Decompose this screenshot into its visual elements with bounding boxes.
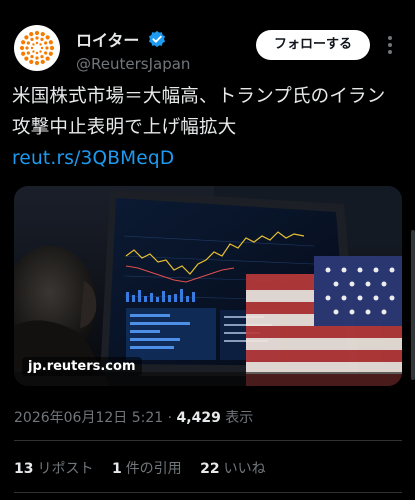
scrollbar[interactable]	[411, 230, 415, 380]
author-name-block: ロイター @ReutersJapan	[76, 27, 190, 73]
logo-dot	[32, 43, 35, 46]
logo-dot	[48, 40, 53, 45]
logo-dot	[24, 56, 29, 61]
logo-dot	[35, 41, 39, 45]
logo-dot	[35, 56, 39, 60]
logo-dot	[45, 56, 50, 61]
reposts-stat[interactable]: 13 リポスト	[14, 458, 93, 478]
logo-dot	[44, 51, 48, 55]
tweet-meta: 2026年06月12日 5:21 · 4,429 表示	[14, 407, 253, 427]
logo-dot	[30, 46, 34, 50]
logo-dot	[21, 40, 26, 45]
meta-separator: ·	[167, 410, 173, 426]
logo-dot	[40, 37, 44, 41]
display-name[interactable]: ロイター	[76, 27, 139, 51]
logo-dot	[25, 46, 29, 50]
logo-dot	[35, 36, 39, 40]
more-vertical-icon	[388, 36, 392, 54]
logo-dot	[45, 35, 50, 40]
logo-dot	[30, 37, 34, 41]
quotes-stat[interactable]: 1 件の引用	[112, 458, 182, 478]
logo-dot	[40, 55, 44, 59]
tweet-header: ロイター @ReutersJapan フォローする	[0, 0, 415, 80]
logo-dot	[30, 55, 34, 59]
tweet-link[interactable]: reut.rs/3QBMeqD	[12, 148, 174, 169]
divider-bottom	[14, 492, 402, 493]
logo-dot	[39, 43, 42, 46]
logo-dot	[29, 59, 34, 64]
logo-dot	[19, 45, 25, 51]
logo-dot	[48, 51, 53, 56]
logo-dot	[34, 60, 40, 66]
quotes-label: 件の引用	[125, 461, 182, 477]
post-time[interactable]: 5:21	[132, 410, 163, 426]
logo-dot	[21, 51, 26, 56]
logo-dot	[34, 30, 40, 36]
post-date[interactable]: 2026年06月12日	[14, 410, 127, 426]
logo-dot	[35, 51, 39, 55]
logo-dot	[45, 46, 49, 50]
view-label: 表示	[225, 410, 254, 426]
logo-dot	[24, 35, 29, 40]
verified-badge-icon	[149, 30, 166, 48]
reposts-label: リポスト	[37, 461, 94, 477]
divider-top	[14, 440, 402, 441]
handle[interactable]: @ReutersJapan	[76, 55, 190, 73]
logo-dot	[40, 59, 45, 64]
likes-count: 22	[200, 461, 220, 477]
quotes-count: 1	[111, 461, 122, 477]
engagement-stats: 13 リポスト 1 件の引用 22 いいね	[14, 458, 280, 478]
tweet-text: 米国株式市場＝大幅高、トランプ氏のイラン攻撃中止表明で上げ幅拡大 reut.rs…	[12, 81, 404, 174]
trading-screen-photo	[14, 186, 402, 386]
logo-dot	[44, 41, 48, 45]
tweet-body: 米国株式市場＝大幅高、トランプ氏のイラン攻撃中止表明で上げ幅拡大	[12, 86, 386, 138]
logo-dot	[29, 32, 34, 37]
logo-dot	[40, 32, 45, 37]
reuters-dots-logo-icon	[19, 30, 55, 66]
avatar[interactable]	[14, 25, 60, 71]
media-source-label: jp.reuters.com	[22, 357, 142, 376]
view-count: 4,429	[176, 410, 221, 426]
logo-dot	[26, 51, 30, 55]
logo-dot	[39, 50, 42, 53]
logo-dot	[49, 45, 55, 51]
likes-label: いいね	[223, 461, 266, 477]
follow-button[interactable]: フォローする	[256, 30, 370, 60]
logo-dot	[40, 46, 44, 50]
logo-dot	[32, 50, 35, 53]
media-card[interactable]: jp.reuters.com	[14, 186, 402, 386]
logo-dot	[26, 41, 30, 45]
likes-stat[interactable]: 22 いいね	[200, 458, 265, 478]
reposts-count: 13	[14, 461, 34, 477]
more-options-button[interactable]	[378, 30, 402, 60]
